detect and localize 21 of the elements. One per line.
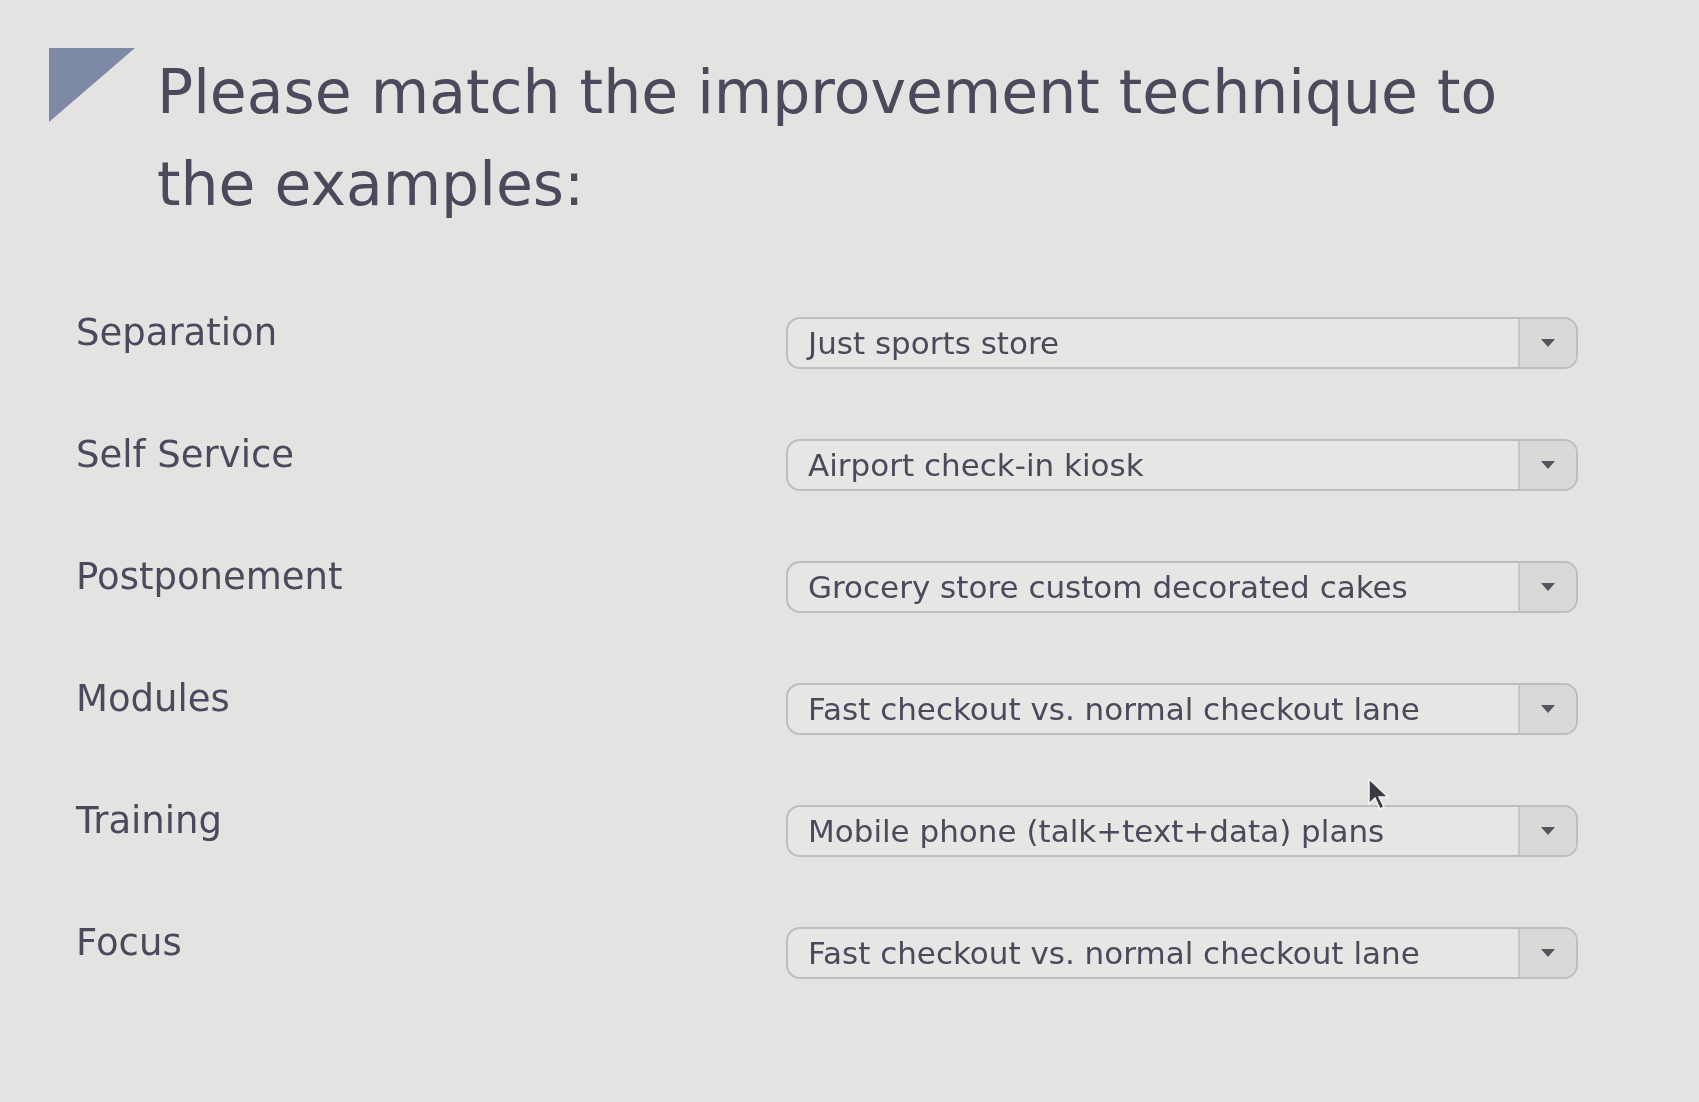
technique-label: Separation [76, 311, 278, 354]
caret-icon [1518, 685, 1576, 733]
answer-dropdown[interactable]: Mobile phone (talk+text+data) plans [786, 805, 1578, 857]
answer-dropdown[interactable]: Just sports store [786, 317, 1578, 369]
technique-label: Self Service [76, 433, 295, 476]
caret-icon [1518, 563, 1576, 611]
mouse-pointer-icon [1368, 778, 1390, 810]
answer-dropdown[interactable]: Grocery store custom decorated cakes [786, 561, 1578, 613]
caret-icon [1518, 319, 1576, 367]
technique-label: Focus [76, 921, 182, 964]
caret-icon [1518, 441, 1576, 489]
answer-dropdown[interactable]: Airport check-in kiosk [786, 439, 1578, 491]
question-title: Please match the improvement technique to the examples: [157, 56, 1499, 221]
technique-label: Postponement [76, 555, 343, 598]
caret-icon [1518, 807, 1576, 855]
technique-label: Training [76, 799, 222, 842]
answer-dropdown[interactable]: Fast checkout vs. normal checkout lane [786, 927, 1578, 979]
answer-dropdown[interactable]: Fast checkout vs. normal checkout lane [786, 683, 1578, 735]
triangle-marker-icon [49, 48, 135, 122]
technique-label: Modules [76, 677, 230, 720]
caret-icon [1518, 929, 1576, 977]
